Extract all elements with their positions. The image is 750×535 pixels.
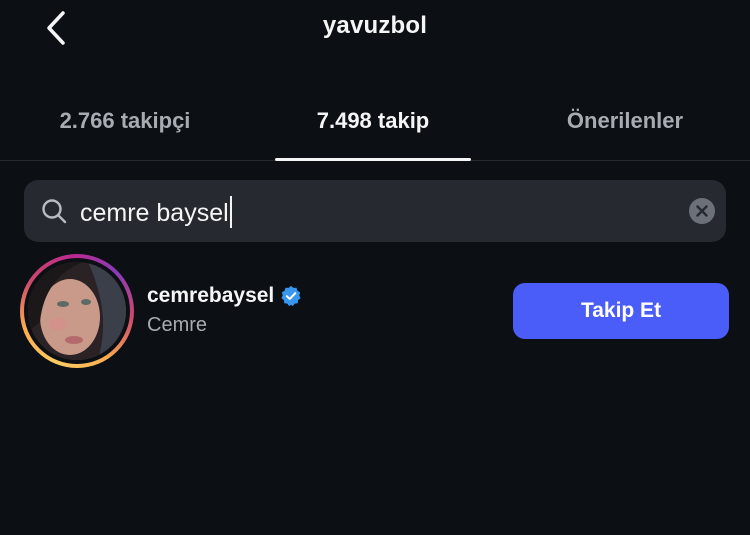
tab-suggested-label: Önerilenler — [566, 108, 684, 133]
header: yavuzbol — [0, 0, 750, 60]
avatar — [28, 262, 126, 360]
tab-bar: 2.766 takipçi 7.498 takip Önerilenler — [0, 96, 750, 161]
verified-badge-icon — [281, 285, 301, 307]
result-fullname: Cemre — [147, 314, 208, 336]
tab-followers-label: 2.766 takipçi — [59, 108, 191, 133]
tab-following-label: 7.498 takip — [316, 108, 430, 133]
result-username[interactable]: cemrebaysel — [147, 284, 274, 308]
story-ring[interactable] — [20, 254, 134, 368]
following-screen: yavuzbol 2.766 takipçi 7.498 takip Öneri… — [0, 0, 750, 535]
avatar-gap — [24, 258, 130, 364]
search-input[interactable]: cemre baysel — [24, 180, 726, 242]
clear-search-button[interactable] — [689, 198, 715, 224]
tab-following[interactable]: 7.498 takip — [275, 96, 471, 161]
search-query-text: cemre baysel — [80, 199, 229, 227]
tab-followers[interactable]: 2.766 takipçi — [0, 96, 250, 160]
tab-suggested[interactable]: Önerilenler — [500, 96, 750, 160]
page-title: yavuzbol — [322, 12, 428, 39]
active-tab-indicator — [275, 158, 471, 161]
search-query: cemre baysel — [80, 196, 232, 228]
username-line: cemrebaysel — [147, 284, 302, 308]
search-result-row[interactable]: cemrebaysel Cemre Takip Et — [0, 250, 750, 370]
text-caret — [229, 196, 232, 228]
avatar-photo — [28, 262, 126, 360]
search-icon — [42, 199, 67, 224]
follow-button[interactable]: Takip Et — [513, 283, 729, 339]
follow-button-label: Takip Et — [580, 299, 662, 322]
clear-icon — [696, 205, 708, 217]
